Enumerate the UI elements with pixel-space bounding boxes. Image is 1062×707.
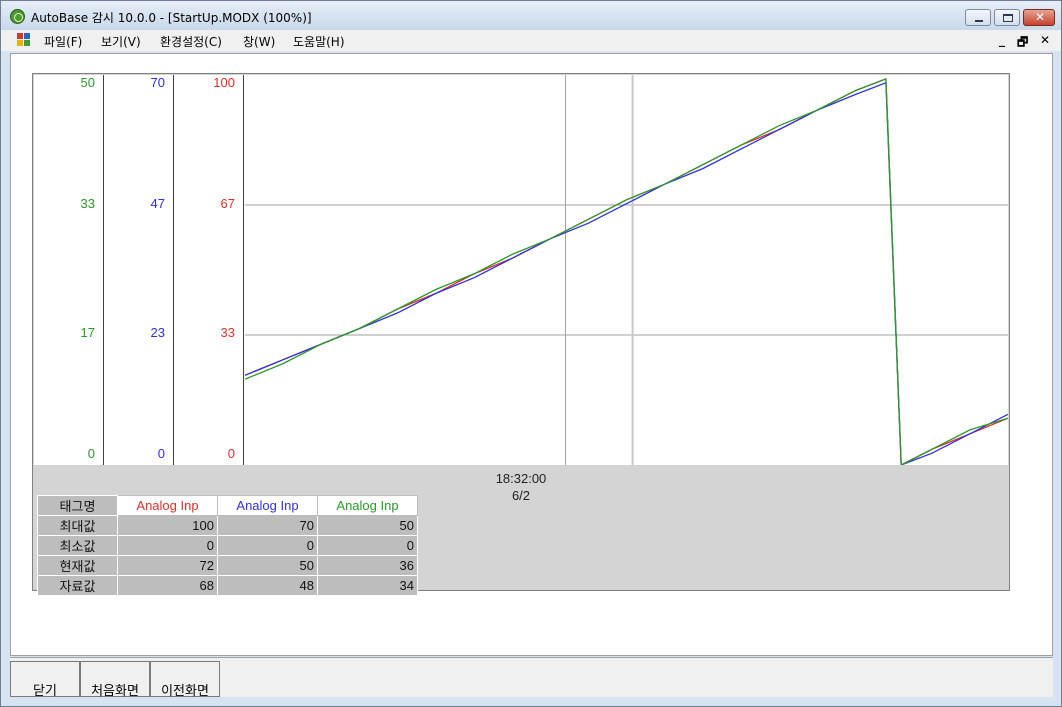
legend-row-current: 현재값 72 50 36 [37, 555, 418, 576]
close-button[interactable]: ✕ [1023, 9, 1055, 26]
series-line-3 [245, 77, 1008, 465]
legend-row-max: 최대값 100 70 50 [37, 515, 418, 536]
row-label: 현재값 [37, 555, 118, 576]
legend-col-2[interactable]: Analog Inp [217, 495, 318, 516]
cell: 0 [317, 535, 418, 556]
axis1-tick-3: 33 [220, 325, 235, 340]
cell: 34 [317, 575, 418, 596]
cell: 72 [117, 555, 218, 576]
menu-bar: 파일(F) 보기(V) 환경설정(C) 창(W) 도움말(H) _ 🗗 ✕ [1, 30, 1061, 51]
cell: 100 [117, 515, 218, 536]
trend-chart[interactable]: 50 33 17 0 70 47 23 0 100 67 33 0 18:32:… [32, 73, 1010, 596]
axis1-tick-top: 100 [213, 75, 235, 90]
cell: 48 [217, 575, 318, 596]
axis3-tick-2: 33 [80, 196, 95, 211]
time-axis-label: 18:32:00 [495, 471, 547, 486]
home-screen-button[interactable]: 처음화면 [80, 661, 150, 699]
row-label: 최소값 [37, 535, 118, 556]
maximize-button[interactable] [994, 9, 1020, 26]
legend-table: 태그명 Analog Inp Analog Inp Analog Inp 최대값… [37, 495, 418, 596]
axis3-tick-top: 50 [80, 75, 95, 90]
axis2-tick-bottom: 0 [157, 446, 165, 461]
legend-col-1[interactable]: Analog Inp [117, 495, 218, 516]
close-icon: ✕ [1035, 10, 1046, 24]
previous-screen-button[interactable]: 이전화면 [150, 661, 220, 699]
cell: 0 [117, 535, 218, 556]
menu-settings[interactable]: 환경설정(C) [160, 33, 222, 50]
menu-file[interactable]: 파일(F) [44, 33, 82, 50]
minimize-button[interactable] [965, 9, 991, 26]
trend-plot [245, 75, 1008, 465]
row-label: 최대값 [37, 515, 118, 536]
footer-bar: 닫기 처음화면 이전화면 [10, 657, 1053, 699]
axis2-tick-2: 47 [150, 196, 165, 211]
document-icon[interactable] [17, 33, 32, 47]
cell: 68 [117, 575, 218, 596]
axis-series3: 50 33 17 0 [34, 75, 104, 465]
axis2-tick-top: 70 [150, 75, 165, 90]
cell: 36 [317, 555, 418, 576]
legend-row-min: 최소값 0 0 0 [37, 535, 418, 556]
maximize-icon [1003, 14, 1013, 22]
menu-view[interactable]: 보기(V) [101, 33, 141, 50]
mdi-restore-button[interactable]: 🗗 [1017, 33, 1028, 54]
title-bar[interactable]: AutoBase 감시 10.0.0 - [StartUp.MODX (100%… [1, 1, 1061, 30]
menu-window[interactable]: 창(W) [243, 33, 275, 50]
autobase-app-icon [10, 9, 25, 24]
cell: 50 [317, 515, 418, 536]
minimize-icon [975, 20, 983, 22]
legend-corner: 태그명 [37, 495, 118, 516]
menu-help[interactable]: 도움말(H) [293, 33, 345, 50]
legend-col-3[interactable]: Analog Inp [317, 495, 418, 516]
cell: 70 [217, 515, 318, 536]
axis3-tick-3: 17 [80, 325, 95, 340]
legend-header-row: 태그명 Analog Inp Analog Inp Analog Inp [37, 495, 418, 516]
close-screen-button[interactable]: 닫기 [10, 661, 80, 699]
axis2-tick-3: 23 [150, 325, 165, 340]
axis1-tick-bottom: 0 [227, 446, 235, 461]
mdi-close-button[interactable]: ✕ [1040, 33, 1050, 47]
cell: 50 [217, 555, 318, 576]
cell: 0 [217, 535, 318, 556]
client-area: 50 33 17 0 70 47 23 0 100 67 33 0 18:32:… [10, 53, 1053, 656]
plot-series [245, 77, 1008, 465]
legend-row-data: 자료값 68 48 34 [37, 575, 418, 596]
app-window: AutoBase 감시 10.0.0 - [StartUp.MODX (100%… [0, 0, 1062, 707]
axis3-tick-bottom: 0 [87, 446, 95, 461]
window-title: AutoBase 감시 10.0.0 - [StartUp.MODX (100%… [31, 11, 312, 25]
axis-series1: 100 67 33 0 [174, 75, 244, 465]
axis1-tick-2: 67 [220, 196, 235, 211]
axis-series2: 70 47 23 0 [104, 75, 174, 465]
mdi-minimize-button[interactable]: _ [999, 33, 1005, 47]
row-label: 자료값 [37, 575, 118, 596]
